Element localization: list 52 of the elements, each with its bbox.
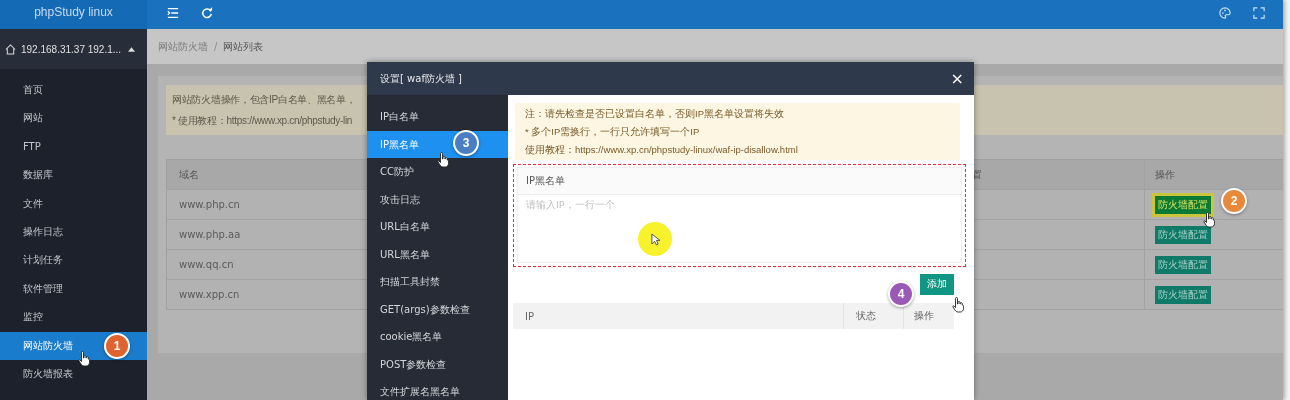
sidebar-item[interactable]: 首页 — [0, 76, 147, 105]
dialog-menu-item[interactable]: 文件扩展名黑名单 — [367, 378, 508, 400]
dialog-menu-item[interactable]: 攻击日志 — [367, 185, 508, 213]
breadcrumb-current: 网站列表 — [223, 39, 264, 54]
sidebar-item[interactable]: 监控 — [0, 303, 147, 332]
sidebar-item[interactable]: 网站 — [0, 104, 147, 133]
dialog-menu-item[interactable]: IP白名单 — [367, 103, 508, 131]
column-header: 操作 — [1154, 167, 1176, 182]
dialog-menu-item[interactable]: GET(args)参数检查 — [367, 295, 508, 323]
notice-text: * 多个IP需换行，一行只允许填写一个IP — [525, 125, 701, 139]
add-button[interactable]: 添加 — [920, 274, 954, 295]
notice-text: 使用教程：https://www.xp.cn/phpstudy-linux/waf-ip-disallow.html — [525, 143, 799, 157]
dialog-menu-item[interactable]: URL白名单 — [367, 213, 508, 241]
hand-cursor-icon — [952, 297, 964, 313]
home-icon — [5, 43, 16, 55]
pointer-icon — [650, 232, 660, 246]
firewall-config-button[interactable]: 防火墙配置 — [1155, 195, 1211, 214]
table-cell: www.qq.cn — [179, 259, 234, 270]
dialog-menu-item[interactable]: CC防护 — [367, 158, 508, 186]
dialog-title: 设置[ waf防火墙 ] — [380, 71, 462, 86]
table-cell: www.xpp.cn — [179, 289, 240, 300]
dialog-menu-item[interactable]: 扫描工具封禁 — [367, 268, 508, 296]
palette-icon[interactable] — [1219, 6, 1231, 19]
sidebar-item[interactable]: 计划任务 — [0, 246, 147, 275]
breadcrumb-separator: / — [214, 41, 218, 52]
host-selector[interactable]: 192.168.31.37 192.1... — [0, 29, 147, 69]
sidebar-item[interactable]: 防火墙报表 — [0, 359, 147, 389]
notice-text: 注：请先检查是否已设置白名单，否则IP黑名单设置将失效 — [525, 107, 785, 121]
table-cell: www.php.cn — [179, 199, 240, 210]
field-label: IP黑名单 — [517, 167, 962, 195]
menu-icon[interactable] — [167, 6, 179, 19]
column-header: IP — [524, 310, 535, 322]
dialog-menu-item[interactable]: URL黑名单 — [367, 240, 508, 268]
refresh-icon[interactable] — [201, 6, 213, 19]
close-button[interactable]: × — [950, 69, 964, 88]
caret-icon — [128, 46, 136, 52]
sidebar-item[interactable]: 操作日志 — [0, 217, 147, 247]
notice-text: 网站防火墙操作，包含IP白名单、黑名单， — [172, 92, 356, 107]
sidebar-item[interactable]: 文件 — [0, 189, 147, 218]
table-cell: www.php.aa — [179, 229, 241, 240]
sidebar-item[interactable]: FTP — [0, 132, 147, 162]
sidebar-item[interactable]: 软件管理 — [0, 274, 147, 304]
brand-title: phpStudy linux — [0, 0, 147, 29]
dialog-menu-item[interactable]: cookie黑名单 — [367, 323, 508, 351]
hand-cursor-icon — [437, 152, 449, 168]
sidebar-item[interactable]: 数据库 — [0, 161, 147, 190]
dialog-menu-item[interactable]: POST参数检查 — [367, 350, 508, 378]
fullscreen-icon[interactable] — [1253, 6, 1265, 19]
hand-cursor-icon — [1203, 212, 1215, 228]
hand-cursor-icon — [78, 351, 90, 367]
column-header: 域名 — [179, 168, 199, 180]
notice-text: * 使用教程：https://www.xp.cn/phpstudy-lin — [172, 113, 353, 128]
